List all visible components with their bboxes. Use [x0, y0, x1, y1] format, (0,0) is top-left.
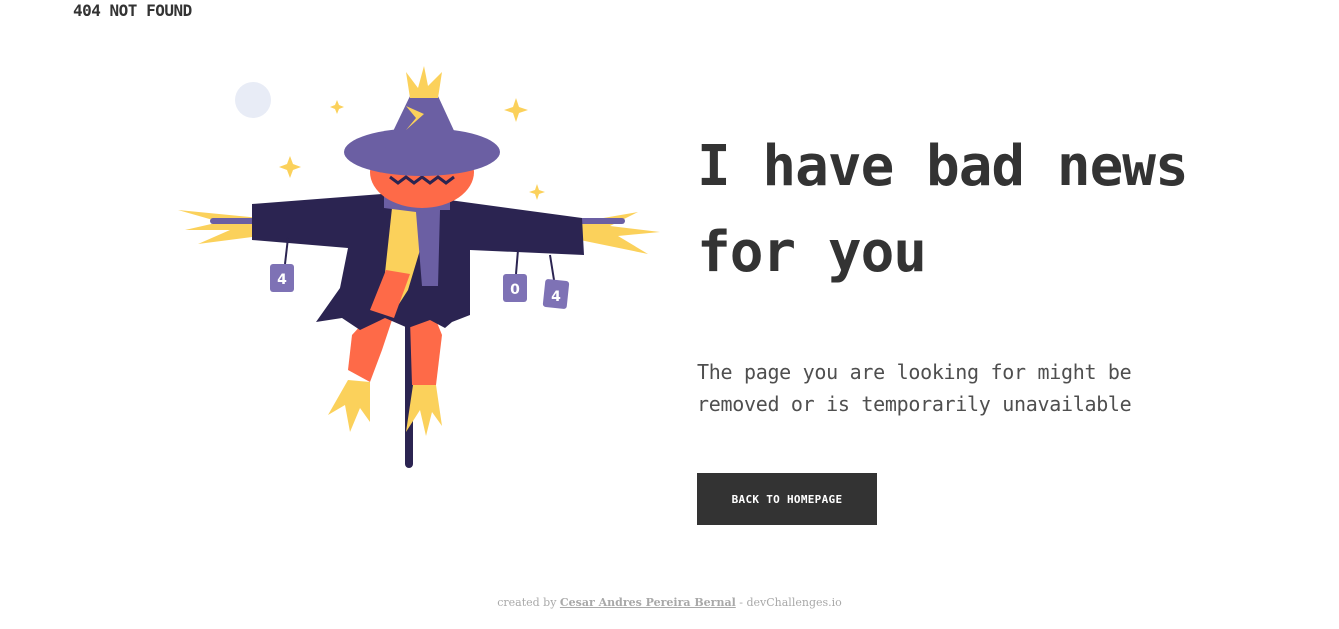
footer-credit: created by Cesar Andres Pereira Bernal -…	[0, 596, 1339, 609]
footer-prefix: created by	[497, 596, 557, 609]
moon-icon	[235, 82, 271, 118]
can-label-right: 4	[551, 289, 561, 305]
can-label-left: 4	[277, 272, 287, 288]
sparkle-icon	[504, 98, 528, 122]
back-to-homepage-button[interactable]: BACK TO HOMEPAGE	[697, 473, 877, 525]
sparkle-icon	[330, 100, 344, 114]
sparkle-icon	[279, 156, 301, 178]
sparkle-icon	[529, 184, 545, 200]
scarecrow-illustration: 4 0 4	[178, 66, 660, 468]
author-link[interactable]: Cesar Andres Pereira Bernal	[560, 596, 736, 609]
page-description: The page you are looking for might be re…	[697, 360, 1132, 416]
left-hand-straw	[178, 210, 260, 244]
footer-separator: -	[735, 596, 747, 609]
hat-crown	[385, 96, 462, 148]
can-label-middle: 0	[510, 282, 520, 298]
footer-site: devChallenges.io	[746, 596, 842, 609]
page-headline: I have bad news for you	[697, 134, 1189, 285]
site-brand: 404 NOT FOUND	[73, 1, 192, 20]
